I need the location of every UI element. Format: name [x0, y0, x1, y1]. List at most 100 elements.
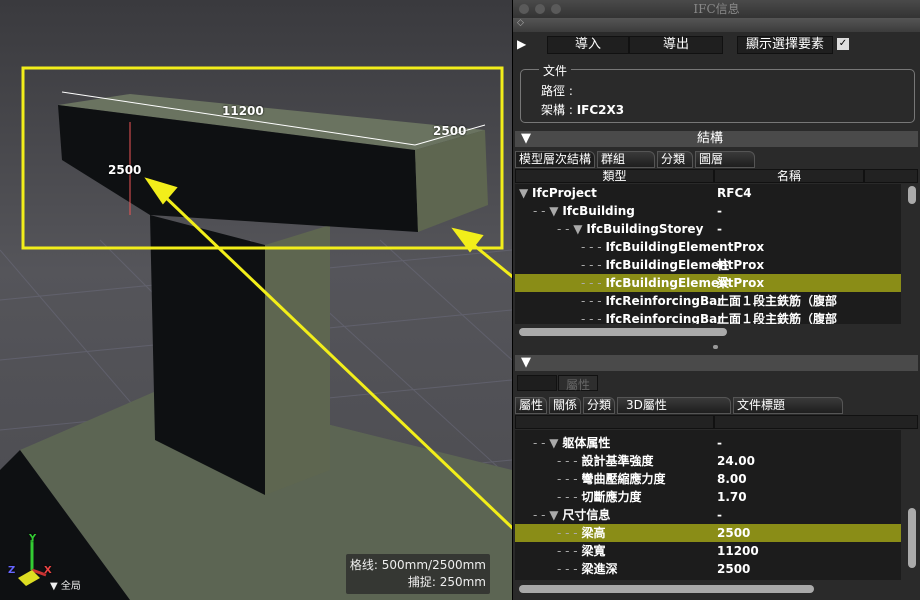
tab-relations[interactable]: 關係	[549, 397, 582, 414]
property-row[interactable]: - - - 梁高 2500	[515, 524, 901, 542]
tree-connector: - - -	[581, 276, 606, 290]
property-row[interactable]: - - - 梁寬 11200	[515, 542, 901, 560]
property-row[interactable]: - - ▼ 尺寸信息 -	[515, 506, 901, 524]
tree-connector: - - -	[557, 562, 582, 576]
row-label: 尺寸信息	[562, 508, 611, 522]
row-value: 1.70	[717, 490, 747, 504]
expand-icon[interactable]: ▼	[519, 186, 532, 200]
expand-icon[interactable]: - - ▼	[533, 436, 562, 450]
tab-classification[interactable]: 分類	[657, 151, 694, 168]
row-value: -	[717, 508, 722, 522]
height-dimension: 2500	[108, 163, 142, 177]
export-button[interactable]: 導出	[629, 36, 723, 54]
structure-vertical-scrollbar[interactable]	[908, 186, 916, 204]
3d-viewport[interactable]: 11200 2500 2500 Y X Z ▼ 全局 格线: 500mm/250…	[0, 0, 512, 600]
row-value: 上面１段主鉄筋（腹部	[717, 294, 838, 308]
tree-row[interactable]: - - - IfcReinforcingBar 上面１段主鉄筋（腹部	[515, 310, 901, 324]
row-value: 柱	[717, 258, 730, 272]
tab-3d-properties[interactable]: 3D屬性	[617, 397, 732, 414]
property-row[interactable]: - - - 設計基準強度 24.00	[515, 452, 901, 470]
snap-status: 捕捉: 250mm	[407, 575, 486, 589]
row-value: 8.00	[717, 472, 747, 486]
file-legend: 文件	[539, 62, 572, 79]
status-overlay: 格线: 500mm/2500mm 捕捉: 250mm	[345, 554, 490, 594]
expand-icon[interactable]: - - ▼	[557, 222, 586, 236]
row-label: IfcBuildingElementProx	[605, 276, 765, 290]
tree-connector: - - -	[557, 526, 582, 540]
row-value: RFC4	[717, 186, 752, 200]
row-label: 彎曲壓縮應力度	[581, 472, 666, 486]
property-row[interactable]: - - - 彎曲壓縮應力度 8.00	[515, 470, 901, 488]
length-dimension: 11200	[222, 104, 264, 118]
expand-icon[interactable]: - - ▼	[533, 204, 562, 218]
show-selected-button[interactable]: 顯示選擇要素	[737, 36, 833, 54]
tab-hierarchy[interactable]: 模型層次結構	[515, 151, 596, 168]
depth-dimension: 2500	[433, 124, 467, 138]
tree-row[interactable]: - - ▼ IfcBuilding -	[515, 202, 901, 220]
show-selected-checkbox[interactable]: ✓	[837, 38, 849, 50]
properties-section-header[interactable]: ▼	[515, 355, 918, 371]
row-value: -	[717, 436, 722, 450]
structure-table-header: 類型 名稱	[515, 169, 918, 183]
tree-connector: - - -	[557, 472, 582, 486]
structure-title: 結構	[697, 131, 724, 146]
tree-row[interactable]: - - ▼ IfcBuildingStorey -	[515, 220, 901, 238]
row-label: 梁寬	[581, 544, 606, 558]
row-label: 切斷應力度	[581, 490, 642, 504]
tree-row[interactable]: ▼ IfcProject RFC4	[515, 184, 901, 202]
tab-groups[interactable]: 群組	[597, 151, 656, 168]
tree-connector: - - -	[581, 258, 606, 272]
row-value: 2500	[717, 562, 751, 576]
tab-properties[interactable]: 屬性	[515, 397, 548, 414]
structure-section-header[interactable]: ▼ 結構	[515, 131, 918, 147]
axis-y-label: Y	[29, 533, 37, 544]
row-label: IfcBuildingStorey	[586, 222, 704, 236]
tree-row[interactable]: - - - IfcBuildingElementProx	[515, 238, 901, 256]
row-value: -	[717, 204, 722, 218]
view-dropdown[interactable]: ▼ 全局	[50, 577, 81, 592]
row-value: -	[717, 222, 722, 236]
row-label: 梁進深	[581, 562, 618, 576]
structure-horizontal-scrollbar[interactable]	[519, 328, 727, 336]
property-row[interactable]: - - ▼ 躯体属性 -	[515, 434, 901, 452]
tree-row[interactable]: - - - IfcReinforcingBar 上面１段主鉄筋（腹部	[515, 292, 901, 310]
properties-dropdown[interactable]: 屬性	[558, 375, 598, 392]
tree-connector: - - -	[557, 490, 582, 504]
properties-vertical-scrollbar[interactable]	[908, 508, 916, 568]
tab-file-header[interactable]: 文件標題	[733, 397, 844, 414]
play-icon[interactable]: ▶	[517, 37, 526, 51]
row-label: IfcBuildingElementProx	[605, 240, 765, 254]
view-label: 全局	[60, 581, 81, 592]
row-label: 梁高	[581, 526, 606, 540]
title-bar: IFC信息	[513, 0, 920, 18]
column-name[interactable]: 名稱	[714, 169, 864, 183]
column-type[interactable]: 類型	[515, 169, 714, 183]
tab-layers[interactable]: 圖層	[695, 151, 756, 168]
pin-icon[interactable]: ◇	[513, 18, 920, 32]
properties-table-header	[515, 415, 918, 429]
grid-status: 格线: 500mm/2500mm	[349, 558, 486, 572]
minimize-button[interactable]	[535, 4, 545, 14]
row-label: IfcBuilding	[562, 204, 635, 218]
row-value: 2500	[717, 526, 751, 540]
splitter-handle[interactable]	[713, 345, 718, 349]
tab-classification-props[interactable]: 分類	[583, 397, 616, 414]
row-label: 設計基準強度	[581, 454, 654, 468]
tree-row[interactable]: - - - IfcBuildingElementProx 柱	[515, 256, 901, 274]
scene	[0, 66, 512, 600]
schema-label: 架構 :	[541, 103, 573, 117]
tree-row[interactable]: - - - IfcBuildingElementProx 梁	[515, 274, 901, 292]
web-side-face	[265, 225, 330, 495]
row-label: IfcProject	[532, 186, 597, 200]
expand-icon[interactable]: - - ▼	[533, 508, 562, 522]
maximize-button[interactable]	[551, 4, 561, 14]
structure-tabs: 模型層次結構 群組 分類 圖層	[515, 151, 757, 168]
close-button[interactable]	[519, 4, 529, 14]
row-label: IfcBuildingElementProx	[605, 258, 765, 272]
properties-filter-dropdown[interactable]	[517, 375, 557, 391]
property-row[interactable]: - - - 梁進深 2500	[515, 560, 901, 578]
properties-tree: - - ▼ 躯体属性 - - - - 設計基準強度 24.00 - - - 彎曲壓縮應力…	[515, 430, 901, 580]
import-button[interactable]: 導入	[547, 36, 629, 54]
property-row[interactable]: - - - 切斷應力度 1.70	[515, 488, 901, 506]
properties-horizontal-scrollbar[interactable]	[519, 585, 814, 593]
